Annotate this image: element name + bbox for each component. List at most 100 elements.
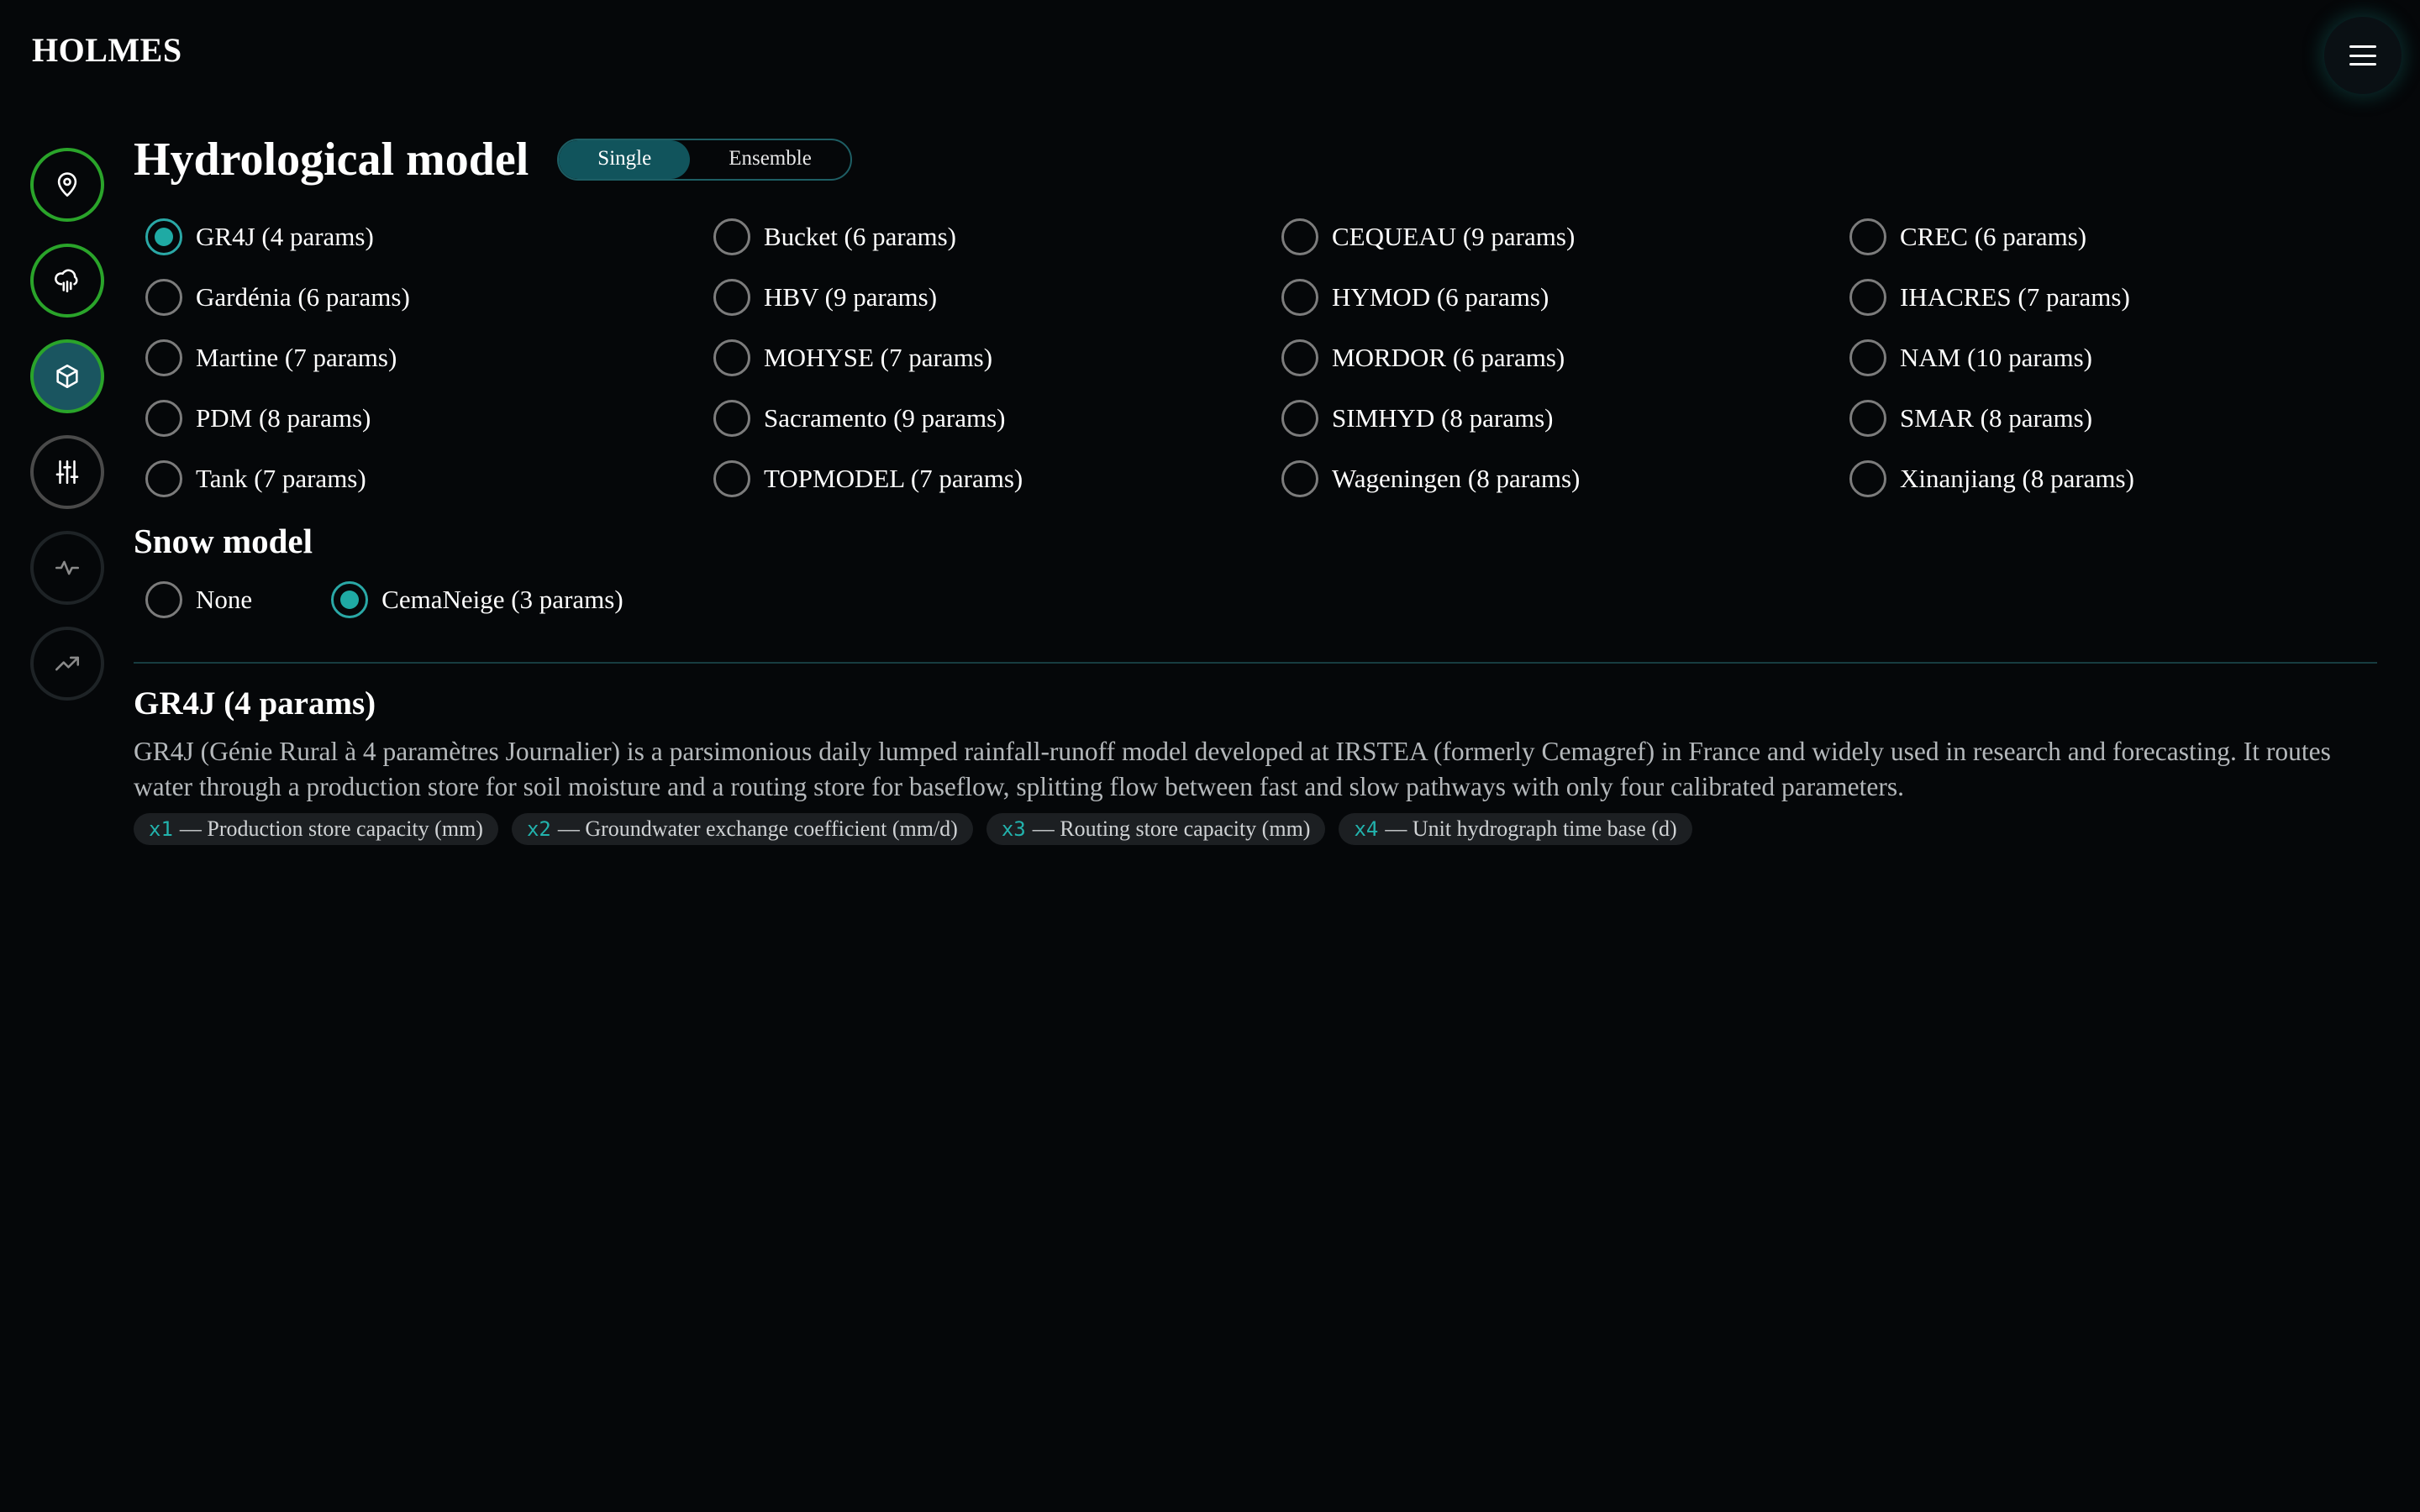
section-divider [134, 662, 2377, 664]
radio-label: MORDOR (6 params) [1332, 343, 1565, 372]
hydro-model-option-mohyse[interactable]: MOHYSE (7 params) [702, 328, 1270, 388]
hydro-model-option-ihacres[interactable]: IHACRES (7 params) [1838, 267, 2406, 328]
radio-label: Bucket (6 params) [764, 222, 956, 251]
hydro-model-option-nam[interactable]: NAM (10 params) [1838, 328, 2406, 388]
radio-button[interactable] [1281, 339, 1318, 376]
radio-label: CREC (6 params) [1900, 222, 2087, 251]
radio-button[interactable] [713, 339, 750, 376]
parameter-chip-x1: x1— Production store capacity (mm) [134, 813, 498, 845]
hydro-header: Hydrological model Single Ensemble [134, 126, 2377, 193]
snow-title: Snow model [134, 522, 313, 560]
hydro-model-option-mordor[interactable]: MORDOR (6 params) [1270, 328, 1838, 388]
radio-button[interactable] [1281, 460, 1318, 497]
step-simulation-button[interactable] [30, 531, 104, 605]
map-pin-icon [57, 172, 77, 197]
parameter-code: x3 [1001, 817, 1026, 841]
radio-label: HYMOD (6 params) [1332, 282, 1549, 312]
step-location-button[interactable] [30, 148, 104, 222]
parameter-code: x2 [526, 817, 551, 841]
hydro-model-option-sacramento[interactable]: Sacramento (9 params) [702, 388, 1270, 449]
radio-button[interactable] [145, 581, 182, 618]
snow-model-list: None CemaNeige (3 params) [134, 570, 2377, 630]
radio-button[interactable] [1281, 400, 1318, 437]
hydro-model-option-wageningen[interactable]: Wageningen (8 params) [1270, 449, 1838, 509]
parameter-description: — Production store capacity (mm) [179, 816, 483, 841]
snow-model-option-cemaneige[interactable]: CemaNeige (3 params) [319, 570, 623, 630]
menu-button[interactable] [2324, 17, 2402, 94]
radio-label: NAM (10 params) [1900, 343, 2093, 372]
hydro-model-option-smar[interactable]: SMAR (8 params) [1838, 388, 2406, 449]
parameter-chip-x2: x2— Groundwater exchange coefficient (mm… [511, 813, 973, 845]
radio-button[interactable] [713, 460, 750, 497]
parameter-description: — Groundwater exchange coefficient (mm/d… [557, 816, 958, 841]
step-model-button[interactable] [30, 339, 104, 413]
hydro-model-option-hymod[interactable]: HYMOD (6 params) [1270, 267, 1838, 328]
trending-up-icon [55, 656, 80, 671]
hydro-model-option-pdm[interactable]: PDM (8 params) [134, 388, 702, 449]
radio-label: GR4J (4 params) [196, 222, 374, 251]
toggle-ensemble[interactable]: Ensemble [690, 140, 850, 179]
hydro-model-option-tank[interactable]: Tank (7 params) [134, 449, 702, 509]
radio-button[interactable] [713, 400, 750, 437]
hydro-model-option-hbv[interactable]: HBV (9 params) [702, 267, 1270, 328]
radio-label: CemaNeige (3 params) [381, 585, 623, 614]
parameter-chip-x3: x3— Routing store capacity (mm) [986, 813, 1326, 845]
toggle-single[interactable]: Single [559, 140, 691, 179]
hydro-model-option-gardenia[interactable]: Gardénia (6 params) [134, 267, 702, 328]
radio-button[interactable] [145, 279, 182, 316]
cloud-rain-icon [55, 269, 78, 293]
radio-button[interactable] [713, 218, 750, 255]
app-brand: HOLMES [32, 31, 182, 69]
single-ensemble-toggle: Single Ensemble [557, 139, 852, 181]
hydro-model-option-martine[interactable]: Martine (7 params) [134, 328, 702, 388]
radio-label: None [196, 585, 253, 614]
radio-button[interactable] [145, 218, 182, 255]
hydro-model-option-gr4j[interactable]: GR4J (4 params) [134, 207, 702, 267]
parameter-code: x1 [149, 817, 173, 841]
cube-icon [56, 364, 78, 389]
hydro-model-option-bucket[interactable]: Bucket (6 params) [702, 207, 1270, 267]
hydro-model-option-cequeau[interactable]: CEQUEAU (9 params) [1270, 207, 1838, 267]
radio-button[interactable] [1281, 279, 1318, 316]
radio-button[interactable] [145, 400, 182, 437]
radio-label: TOPMODEL (7 params) [764, 464, 1023, 493]
radio-label: Tank (7 params) [196, 464, 366, 493]
step-calibration-button[interactable] [30, 435, 104, 509]
radio-button[interactable] [145, 460, 182, 497]
hydro-model-option-topmodel[interactable]: TOPMODEL (7 params) [702, 449, 1270, 509]
radio-label: SIMHYD (8 params) [1332, 403, 1554, 433]
step-projection-button[interactable] [30, 627, 104, 701]
radio-label: Xinanjiang (8 params) [1900, 464, 2134, 493]
hydro-model-option-crec[interactable]: CREC (6 params) [1838, 207, 2406, 267]
hamburger-icon [2349, 45, 2376, 66]
model-detail-title: GR4J (4 params) [134, 685, 376, 722]
radio-label: CEQUEAU (9 params) [1332, 222, 1576, 251]
radio-button[interactable] [1849, 279, 1886, 316]
step-climate-button[interactable] [30, 244, 104, 318]
snow-model-option-none[interactable]: None [134, 570, 252, 630]
radio-button[interactable] [1849, 400, 1886, 437]
radio-label: MOHYSE (7 params) [764, 343, 993, 372]
parameter-description: — Unit hydrograph time base (d) [1385, 816, 1677, 841]
radio-label: IHACRES (7 params) [1900, 282, 2130, 312]
parameter-description: — Routing store capacity (mm) [1032, 816, 1311, 841]
radio-button[interactable] [1849, 218, 1886, 255]
hydro-model-option-xinanjiang[interactable]: Xinanjiang (8 params) [1838, 449, 2406, 509]
radio-label: PDM (8 params) [196, 403, 371, 433]
radio-button[interactable] [713, 279, 750, 316]
radio-button[interactable] [1849, 460, 1886, 497]
radio-label: Sacramento (9 params) [764, 403, 1006, 433]
pulse-icon [55, 560, 80, 575]
radio-label: Wageningen (8 params) [1332, 464, 1581, 493]
sliders-icon [55, 459, 79, 485]
app-root: HOLMES Hydrological model Single Ensembl… [0, 0, 2420, 1512]
hydro-model-option-simhyd[interactable]: SIMHYD (8 params) [1270, 388, 1838, 449]
radio-button[interactable] [331, 581, 369, 618]
parameter-code: x4 [1354, 817, 1379, 841]
radio-button[interactable] [1281, 218, 1318, 255]
radio-label: SMAR (8 params) [1900, 403, 2093, 433]
radio-label: Gardénia (6 params) [196, 282, 410, 312]
radio-button[interactable] [1849, 339, 1886, 376]
radio-label: Martine (7 params) [196, 343, 397, 372]
radio-button[interactable] [145, 339, 182, 376]
